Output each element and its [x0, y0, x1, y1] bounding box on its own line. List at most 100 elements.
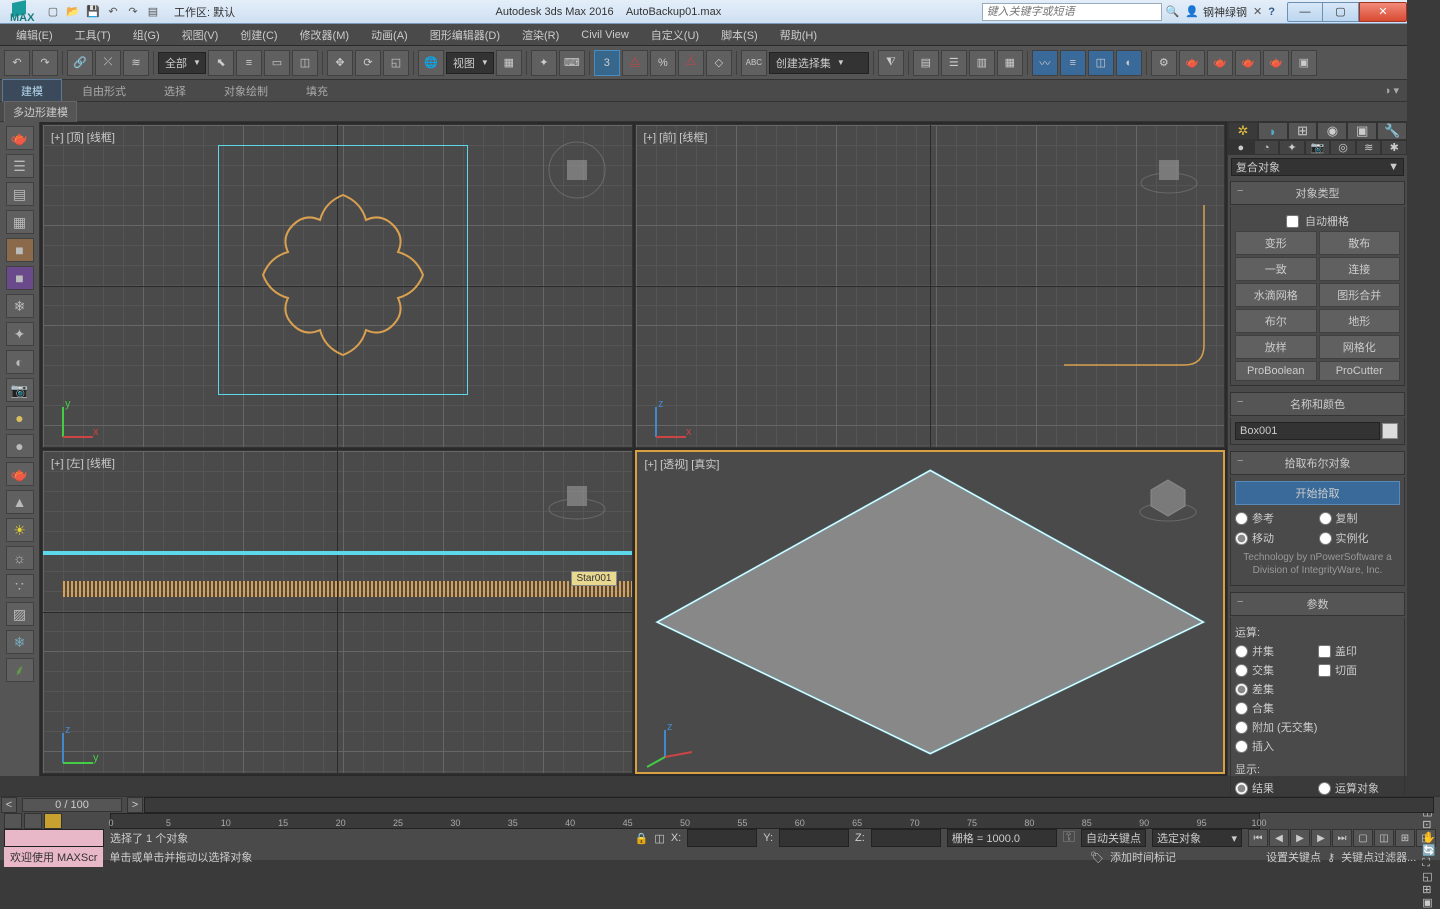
vnav-5[interactable]: ⛶: [1422, 857, 1436, 870]
setkey-button[interactable]: 设置关键点: [1266, 849, 1321, 865]
ribbon-tab-4[interactable]: 填充: [288, 80, 346, 102]
save-icon[interactable]: 💾: [84, 3, 102, 21]
sphere-yellow-icon[interactable]: ●: [6, 406, 34, 430]
frame-next-button[interactable]: >: [127, 797, 143, 813]
axis-icon[interactable]: ✦: [6, 322, 34, 346]
menu-c[interactable]: 创建(C): [230, 25, 287, 45]
window-crossing-button[interactable]: ◫: [292, 50, 318, 76]
viewcube-persp[interactable]: [1133, 462, 1203, 532]
rollout-object-type[interactable]: 对象类型: [1230, 181, 1405, 205]
category-dropdown[interactable]: 复合对象▼: [1231, 158, 1404, 176]
grid-icon[interactable]: ▦: [6, 210, 34, 234]
instance-radio[interactable]: [1319, 532, 1332, 545]
keytool-icon[interactable]: ⚷: [1327, 851, 1335, 864]
nav-1-button[interactable]: ▢: [1353, 829, 1373, 847]
move-button[interactable]: ✥: [327, 50, 353, 76]
key-icon[interactable]: ⚿: [1063, 829, 1075, 847]
object-name-input[interactable]: [1235, 422, 1380, 440]
manipulate-button[interactable]: ✦: [531, 50, 557, 76]
op-union-radio[interactable]: [1235, 645, 1248, 658]
x-input[interactable]: [687, 829, 757, 847]
op-cookie-check[interactable]: [1318, 664, 1331, 677]
new-icon[interactable]: ▢: [44, 3, 62, 21]
snap-toggle[interactable]: 3: [594, 50, 620, 76]
ribbon-button[interactable]: ▦: [997, 50, 1023, 76]
ribbon-tab-1[interactable]: 自由形式: [64, 80, 144, 102]
menu-v[interactable]: 视图(V): [172, 25, 229, 45]
maximize-button[interactable]: ▢: [1323, 2, 1359, 22]
cone-icon[interactable]: ▲: [6, 490, 34, 514]
rollout-pick-bool[interactable]: 拾取布尔对象: [1230, 451, 1405, 475]
menu-d[interactable]: 图形编辑器(D): [420, 25, 510, 45]
selection-filter-combo[interactable]: 全部▼: [158, 52, 206, 74]
disp-result-radio[interactable]: [1235, 782, 1248, 795]
align-button[interactable]: ▤: [913, 50, 939, 76]
vnav-4[interactable]: 🔄: [1422, 844, 1436, 857]
scene-icon[interactable]: ▤: [6, 182, 34, 206]
sub-geometry[interactable]: ●: [1228, 140, 1254, 155]
rotate-button[interactable]: ⟳: [355, 50, 381, 76]
objtype-3[interactable]: 连接: [1319, 257, 1401, 281]
project-icon[interactable]: ▤: [144, 3, 162, 21]
next-frame-button[interactable]: ▶: [1311, 829, 1331, 847]
particles-icon[interactable]: ∵: [6, 574, 34, 598]
menu-r[interactable]: 渲染(R): [512, 25, 569, 45]
tab-display[interactable]: ▣: [1347, 122, 1377, 140]
iso-icon[interactable]: ◫: [654, 832, 664, 845]
select-region-button[interactable]: ▭: [264, 50, 290, 76]
viewport-front[interactable]: [+] [前] [线框] zx: [635, 124, 1226, 448]
play-button[interactable]: ▶: [1290, 829, 1310, 847]
pivot-button[interactable]: ▦: [496, 50, 522, 76]
open-icon[interactable]: 📂: [64, 3, 82, 21]
list-icon[interactable]: ☰: [6, 154, 34, 178]
teapot-iter-button[interactable]: 🫖: [1235, 50, 1261, 76]
refcoord-button[interactable]: 🌐: [418, 50, 444, 76]
explorer-button[interactable]: ▥: [969, 50, 995, 76]
undo-button[interactable]: ↶: [4, 50, 30, 76]
schematic-button[interactable]: ◫: [1088, 50, 1114, 76]
tab-motion[interactable]: ◉: [1317, 122, 1347, 140]
autokey-button[interactable]: 自动关键点: [1081, 829, 1146, 847]
sub-cameras[interactable]: 📷: [1305, 140, 1331, 155]
sun-icon[interactable]: ☼: [6, 546, 34, 570]
ref-radio[interactable]: [1235, 512, 1248, 525]
keyboard-button[interactable]: ⌨: [559, 50, 585, 76]
ribbon-collapse-button[interactable]: ◑ ▾: [1378, 81, 1405, 100]
ribbon-subtab[interactable]: 多边形建模: [4, 101, 77, 123]
objtype-5[interactable]: 图形合并: [1319, 283, 1401, 307]
camera-icon[interactable]: 📷: [6, 378, 34, 402]
nav-2-button[interactable]: ◫: [1374, 829, 1394, 847]
ribbon-tab-0[interactable]: 建模: [2, 79, 62, 102]
y-input[interactable]: [779, 829, 849, 847]
layers-button[interactable]: ☰: [941, 50, 967, 76]
tab-utilities[interactable]: 🔧: [1377, 122, 1407, 140]
nav-3-button[interactable]: ⊞: [1395, 829, 1415, 847]
goto-start-button[interactable]: ⏮: [1248, 829, 1268, 847]
vnav-6[interactable]: ◱: [1422, 870, 1436, 883]
cloth-icon[interactable]: ▨: [6, 602, 34, 626]
link-button[interactable]: 🔗: [67, 50, 93, 76]
render-setup-button[interactable]: ⚙: [1151, 50, 1177, 76]
teapot2-icon[interactable]: 🫖: [6, 462, 34, 486]
menu-m[interactable]: 修改器(M): [290, 25, 360, 45]
op-insert-radio[interactable]: [1235, 740, 1248, 753]
op-merge-radio[interactable]: [1235, 702, 1248, 715]
edge-snap-button[interactable]: ◇: [706, 50, 732, 76]
refcoord-combo[interactable]: 视图▼: [446, 52, 494, 74]
color2-icon[interactable]: ■: [6, 266, 34, 290]
op-stamp-check[interactable]: [1318, 645, 1331, 658]
vnav-3[interactable]: ✋: [1422, 831, 1436, 844]
z-input[interactable]: [871, 829, 941, 847]
percent-snap-button[interactable]: %: [650, 50, 676, 76]
tab-modify[interactable]: ◗: [1258, 122, 1288, 140]
dope-button[interactable]: ≡: [1060, 50, 1086, 76]
time-slider-track[interactable]: [144, 797, 1434, 813]
tab-create[interactable]: ✲: [1228, 122, 1258, 140]
objtype-11[interactable]: ProCutter: [1319, 361, 1401, 381]
objtype-4[interactable]: 水滴网格: [1235, 283, 1317, 307]
teapot-prod-button[interactable]: 🫖: [1263, 50, 1289, 76]
key-filter-button[interactable]: 关键点过滤器...: [1341, 849, 1416, 865]
curve-editor-button[interactable]: 〰: [1032, 50, 1058, 76]
named-selection-combo[interactable]: 创建选择集▼: [769, 52, 869, 74]
tag-icon[interactable]: 🏷: [1090, 851, 1104, 864]
